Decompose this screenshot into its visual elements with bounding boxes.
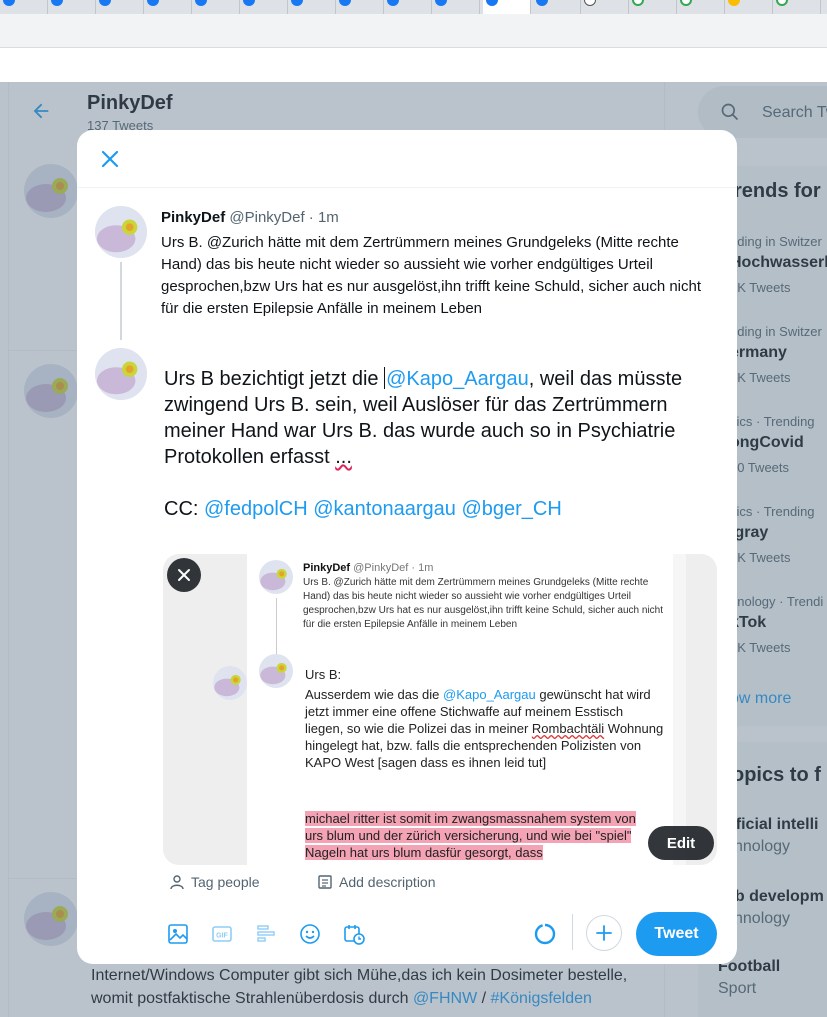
image-right-edge — [686, 554, 717, 865]
text-caret — [384, 367, 386, 389]
author-name[interactable]: PinkyDef — [161, 209, 225, 226]
avatar[interactable] — [95, 206, 147, 258]
toolbar-divider — [572, 914, 573, 950]
spellcheck-mark: ... — [335, 446, 352, 468]
mention-link[interactable]: @bger_CH — [461, 498, 561, 520]
browser-tab[interactable] — [240, 0, 288, 14]
tag-people-label: Tag people — [191, 874, 260, 890]
attached-image[interactable]: PinkyDef @PinkyDef · 1m Urs B. @Zurich h… — [163, 554, 717, 865]
mention-link[interactable]: @kantonaargau — [313, 498, 456, 520]
image-icon — [168, 924, 188, 944]
separator-dot: · — [308, 209, 314, 226]
add-tweet-button[interactable] — [586, 915, 622, 951]
browser-tab[interactable] — [773, 0, 821, 14]
browser-tab[interactable] — [0, 0, 48, 14]
screenshot-highlight: michael ritter ist somit im zwangsmassna… — [305, 810, 653, 861]
browser-tab[interactable] — [533, 0, 581, 14]
gif-button[interactable]: GIF — [205, 917, 239, 951]
reply-tweet-text: Urs B. @Zurich hätte mit dem Zertrümmern… — [161, 234, 702, 317]
browser-tab[interactable] — [384, 0, 432, 14]
browser-tab[interactable] — [336, 0, 384, 14]
reply-tweet-header: PinkyDef @PinkyDef · 1m — [161, 209, 339, 226]
compose-paragraph: CC: @fedpolCH @kantonaargau @bger_CH — [164, 496, 724, 522]
browser-toolbar — [0, 14, 827, 48]
browser-tab-strip — [0, 0, 827, 14]
person-icon — [170, 875, 184, 890]
screenshot-meta: @PinkyDef · 1m — [350, 562, 434, 574]
compose-reply-modal: PinkyDef @PinkyDef · 1m Urs B. @Zurich h… — [77, 130, 737, 964]
poll-button[interactable] — [249, 917, 283, 951]
emoji-icon — [300, 924, 320, 944]
mention-link[interactable]: @Kapo_Aargau — [386, 368, 529, 390]
schedule-icon — [344, 925, 365, 945]
browser-tab[interactable] — [725, 0, 773, 14]
browser-tab[interactable] — [288, 0, 336, 14]
divider — [77, 187, 737, 188]
plus-icon — [596, 925, 612, 941]
browser-bookmarks-area — [0, 48, 827, 82]
screenshot-content: PinkyDef @PinkyDef · 1m Urs B. @Zurich h… — [247, 554, 673, 865]
browser-tab[interactable] — [581, 0, 629, 14]
tweet-time: 1m — [317, 209, 339, 226]
image-right-edge — [673, 554, 687, 865]
thread-line — [276, 598, 277, 654]
browser-tab[interactable] — [48, 0, 96, 14]
screenshot-label: Urs B: — [305, 667, 342, 682]
character-progress-ring — [534, 923, 556, 945]
browser-tab[interactable] — [96, 0, 144, 14]
screenshot-body: Ausserdem wie das die @Kapo_Aargau gewün… — [305, 686, 665, 771]
description-icon — [318, 875, 332, 889]
compose-textarea[interactable]: Urs B bezichtigt jetzt die @Kapo_Aargau,… — [164, 366, 724, 548]
author-handle: @PinkyDef — [229, 209, 305, 226]
browser-tab[interactable] — [629, 0, 677, 14]
image-left-edge — [163, 554, 247, 865]
emoji-button[interactable] — [293, 917, 327, 951]
compose-paragraph: Urs B bezichtigt jetzt die @Kapo_Aargau,… — [164, 366, 724, 470]
tweet-button[interactable]: Tweet — [636, 912, 717, 956]
browser-tab-active[interactable] — [483, 0, 531, 14]
gif-icon: GIF — [212, 926, 232, 942]
close-icon — [178, 569, 190, 581]
screenshot-mention: @Kapo_Aargau — [443, 687, 536, 702]
close-icon — [101, 150, 119, 168]
close-button[interactable] — [93, 142, 127, 176]
screenshot-author: PinkyDef — [303, 562, 351, 574]
screenshot-text: Ausserdem wie das die — [305, 687, 444, 702]
mention-link[interactable]: @fedpolCH — [204, 498, 308, 520]
thread-line — [120, 262, 122, 340]
svg-text:GIF: GIF — [216, 933, 228, 940]
browser-tab[interactable] — [432, 0, 480, 14]
edit-image-button[interactable]: Edit — [648, 826, 714, 860]
compose-text: Urs B bezichtigt jetzt die — [164, 368, 385, 390]
browser-tab[interactable] — [677, 0, 725, 14]
highlighted-text: michael ritter ist somit im zwangsmassna… — [305, 811, 636, 860]
schedule-button[interactable] — [337, 917, 371, 951]
compose-toolbar: GIF — [161, 916, 381, 952]
screenshot-reply-text: Urs B. @Zurich hätte mit dem Zertrümmern… — [303, 577, 664, 630]
remove-image-button[interactable] — [167, 558, 201, 592]
screenshot-header: PinkyDef @PinkyDef · 1m — [303, 562, 433, 574]
compose-text: CC: — [164, 498, 204, 520]
browser-tab[interactable] — [192, 0, 240, 14]
add-description-label: Add description — [339, 874, 436, 890]
avatar[interactable] — [95, 348, 147, 400]
media-button[interactable] — [161, 917, 195, 951]
poll-icon — [257, 925, 275, 942]
browser-tab[interactable] — [144, 0, 192, 14]
add-description-button[interactable]: Add description — [317, 874, 436, 890]
screenshot-spellcheck: Rombachtäli — [531, 721, 605, 736]
tag-people-button[interactable]: Tag people — [169, 874, 260, 890]
